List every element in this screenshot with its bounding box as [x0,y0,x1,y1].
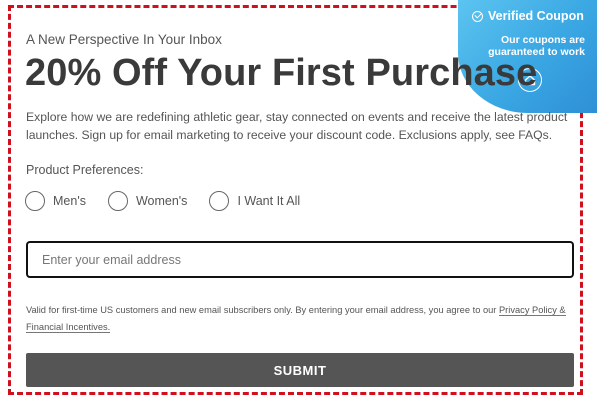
badge-header: Verified Coupon [472,9,584,23]
financial-incentives-link[interactable]: Financial Incentives. [26,322,111,333]
option-womens[interactable]: Women's [107,191,188,211]
option-label-all: I Want It All [237,194,301,208]
radio-all[interactable] [209,191,230,211]
eyebrow-text: A New Perspective In Your Inbox [26,32,222,47]
fine-print: Valid for first-time US customers and ne… [26,302,566,336]
option-label-womens: Women's [135,194,188,208]
description-text: Explore how we are redefining athletic g… [26,110,568,142]
check-circle-icon [472,10,483,22]
email-field[interactable] [26,241,574,278]
badge-title: Verified Coupon [488,9,584,23]
page-title: 20% Off Your First Purchase [25,52,538,94]
option-all[interactable]: I Want It All [209,191,300,211]
preferences-label: Product Preferences: [26,163,144,177]
radio-womens[interactable] [107,191,128,211]
privacy-policy-link[interactable]: Privacy Policy & [498,305,566,316]
submit-button[interactable]: SUBMIT [26,353,574,387]
radio-mens[interactable] [25,191,45,211]
option-mens[interactable]: Men's [25,191,86,211]
fine-print-text: Valid for first-time US customers and ne… [26,305,497,315]
preference-options: Men's Women's I Want It All [25,191,300,211]
option-label-mens: Men's [53,194,86,208]
